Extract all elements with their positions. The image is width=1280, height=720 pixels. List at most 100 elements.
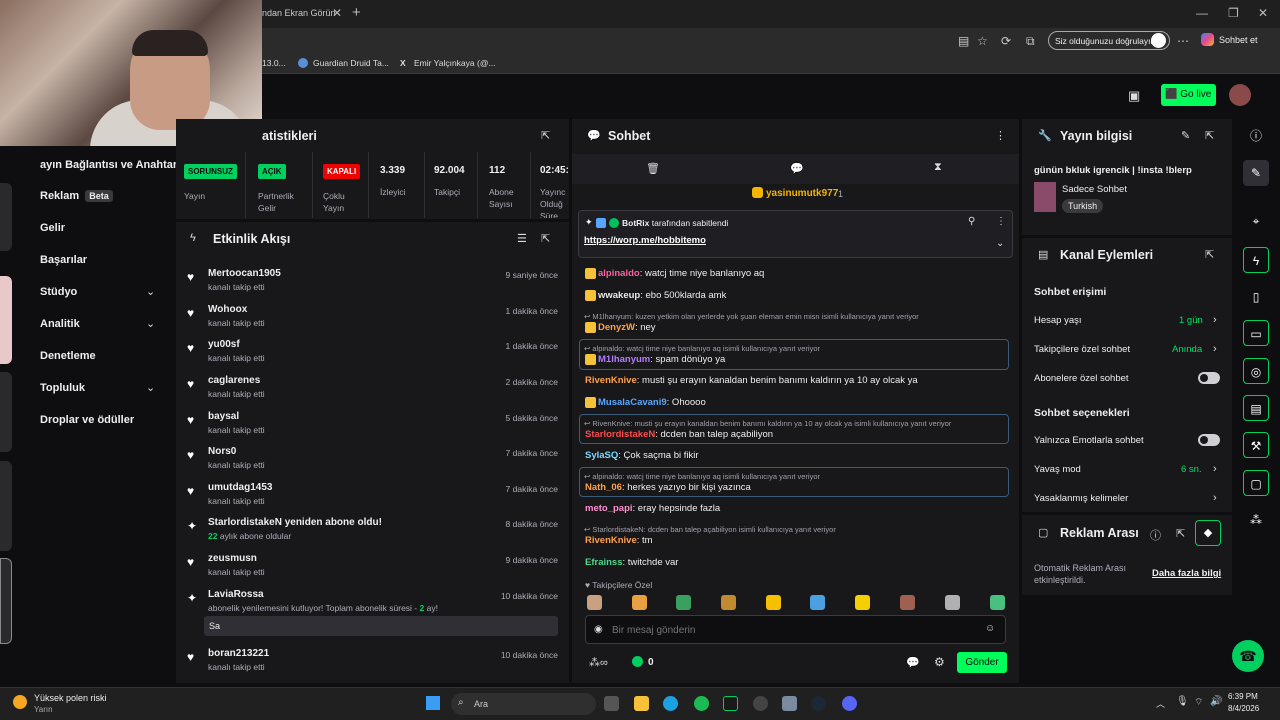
ad-icon[interactable]: ▢ bbox=[1243, 470, 1269, 496]
chevron-right-icon[interactable]: › bbox=[1213, 492, 1217, 504]
volume-icon[interactable]: 🔊 bbox=[1210, 696, 1222, 707]
emote-icon[interactable] bbox=[676, 595, 691, 610]
ad-run-button[interactable]: ◆ bbox=[1195, 520, 1221, 546]
spotify-icon[interactable] bbox=[694, 696, 709, 711]
nav-item-analytics[interactable]: Analitik bbox=[40, 318, 80, 330]
go-live-button[interactable]: ⬛ Go live bbox=[1161, 84, 1216, 106]
sub-only-toggle[interactable] bbox=[1198, 372, 1220, 384]
target-icon[interactable]: ⌖ bbox=[1243, 208, 1269, 234]
add-widget-icon[interactable]: ⁂ bbox=[1243, 507, 1269, 533]
pencil-icon[interactable]: ✎ bbox=[1243, 160, 1269, 186]
steam-icon[interactable] bbox=[811, 696, 826, 711]
nav-item-moderation[interactable]: Denetleme bbox=[40, 350, 96, 362]
chevron-down-icon[interactable]: ⌄ bbox=[146, 317, 155, 330]
windows-start-icon[interactable] bbox=[426, 696, 440, 710]
emote-icon[interactable] bbox=[855, 595, 870, 610]
chat-username[interactable]: alpinaldo bbox=[598, 268, 640, 279]
chat-username[interactable]: RivenKnive bbox=[585, 375, 637, 386]
chat-username[interactable]: wwakeup bbox=[598, 290, 640, 301]
chevron-right-icon[interactable]: › bbox=[1213, 463, 1217, 475]
banned-words-label[interactable]: Yasaklanmış kelimeler bbox=[1034, 493, 1128, 504]
nav-item-drops[interactable]: Droplar ve ödüller bbox=[40, 414, 134, 426]
chat-input[interactable] bbox=[612, 620, 972, 640]
extensions-icon[interactable]: ⧉ bbox=[1026, 34, 1035, 49]
emote-icon[interactable] bbox=[587, 595, 602, 610]
chat-message[interactable]: wwakeup: ebo 500klarda amk bbox=[585, 290, 726, 301]
profile-toggle-icon[interactable] bbox=[1151, 33, 1166, 48]
chevron-up-icon[interactable]: ︿ bbox=[1156, 697, 1165, 710]
obs-icon[interactable] bbox=[753, 696, 768, 711]
chevron-right-icon[interactable]: › bbox=[1213, 314, 1217, 326]
pin-icon[interactable]: ⚲ bbox=[968, 216, 975, 227]
info-icon[interactable]: ⓘ bbox=[1150, 527, 1161, 543]
taskbar-time[interactable]: 6:39 PM bbox=[1228, 692, 1258, 701]
feed-item-name[interactable]: baysal bbox=[208, 411, 239, 422]
feed-item-name[interactable]: LaviaRossa bbox=[208, 589, 264, 600]
emote-icon[interactable] bbox=[632, 595, 647, 610]
chat-bubble-icon[interactable]: 💬 bbox=[790, 162, 804, 175]
chat-message[interactable]: alpinaldo: watcj time niye banlanıyo aq bbox=[585, 268, 764, 279]
slow-mode-value[interactable]: 6 sn. bbox=[1181, 464, 1202, 475]
nav-item-revenue[interactable]: Gelir bbox=[40, 222, 65, 234]
chevron-down-icon[interactable]: ⌄ bbox=[146, 381, 155, 394]
filter-icon[interactable]: ☰ bbox=[517, 232, 527, 245]
feed-item-name[interactable]: zeusmusn bbox=[208, 553, 257, 564]
followers-only-chat-value[interactable]: Anında bbox=[1172, 344, 1202, 355]
tab-close-icon[interactable]: ✕ bbox=[332, 6, 342, 20]
emote-icon[interactable] bbox=[945, 595, 960, 610]
maximize-icon[interactable]: ❐ bbox=[1228, 6, 1239, 20]
popout-icon[interactable]: ⇱ bbox=[541, 232, 550, 245]
chat-message[interactable]: MusalaCavani9: Ohoooo bbox=[585, 397, 706, 408]
feed-item-name[interactable]: Mertoocan1905 bbox=[208, 268, 281, 279]
chat-bubble-icon[interactable]: ▭ bbox=[1243, 320, 1269, 346]
slow-mode-label[interactable]: Yavaş mod bbox=[1034, 464, 1081, 475]
chat-message[interactable]: RivenKnive: tm bbox=[585, 535, 653, 546]
channel-points-icon[interactable] bbox=[632, 656, 643, 667]
nav-item-ads[interactable]: Reklam Beta bbox=[40, 190, 113, 202]
top-chatter-name[interactable]: yasinumutk977 bbox=[766, 188, 838, 199]
feed-item-name[interactable]: Nors0 bbox=[208, 446, 236, 457]
pencil-icon[interactable]: ✎ bbox=[1181, 129, 1190, 142]
followers-only-chat-label[interactable]: Takipçilere özel sohbet bbox=[1034, 344, 1130, 355]
feed-item-name[interactable]: boran213221 bbox=[208, 648, 269, 659]
taskbar-date[interactable]: 8/4/2026 bbox=[1228, 704, 1259, 713]
chat-message[interactable]: RivenKnive: musti şu erayın kanaldan ben… bbox=[585, 375, 918, 386]
bookmark-item[interactable]: Emir Yalçınkaya (@... bbox=[414, 58, 496, 68]
popout-icon[interactable]: ⇱ bbox=[1176, 527, 1185, 540]
chat-username[interactable]: Efrainss bbox=[585, 557, 623, 568]
weather-icon[interactable] bbox=[13, 695, 27, 709]
chat-username[interactable]: meto_papi bbox=[585, 503, 633, 514]
emote-icon[interactable] bbox=[900, 595, 915, 610]
chat-username[interactable]: RivenKnive bbox=[585, 535, 637, 546]
chevron-down-icon[interactable]: ⌄ bbox=[146, 285, 155, 298]
file-explorer-icon[interactable] bbox=[634, 696, 649, 711]
emote-picker-icon[interactable]: ◉ bbox=[594, 624, 603, 635]
emote-icon[interactable] bbox=[990, 595, 1005, 610]
reader-mode-icon[interactable]: ▤ bbox=[958, 34, 969, 48]
emote-icon[interactable] bbox=[721, 595, 736, 610]
category-name[interactable]: Sadece Sohbet bbox=[1062, 184, 1127, 195]
chat-message[interactable]: SylaSQ: Çok saçma bi fikir bbox=[585, 450, 699, 461]
trash-icon[interactable]: 🗑 bbox=[646, 162, 660, 175]
discord-icon[interactable] bbox=[842, 696, 857, 711]
taskbar-search[interactable] bbox=[451, 693, 596, 715]
window-close-icon[interactable]: ✕ bbox=[1258, 6, 1268, 20]
chat-message[interactable]: meto_papi: eray hepsinde fazla bbox=[585, 503, 720, 514]
tag-chip[interactable]: Turkish bbox=[1062, 199, 1104, 213]
emote-icon[interactable] bbox=[766, 595, 781, 610]
minimize-icon[interactable]: — bbox=[1196, 6, 1208, 20]
chat-username[interactable]: SylaSQ bbox=[585, 450, 618, 461]
account-age-value[interactable]: 1 gün bbox=[1179, 315, 1203, 326]
kebab-menu-icon[interactable]: ⋮ bbox=[995, 129, 1006, 142]
feed-item-name[interactable]: StarlordistakeN yeniden abone oldu! bbox=[208, 517, 382, 528]
popout-icon[interactable]: ⇱ bbox=[1205, 248, 1214, 261]
chat-message[interactable]: Efrainss: twitchde var bbox=[585, 557, 678, 568]
more-menu-icon[interactable]: ⋯ bbox=[1177, 34, 1189, 48]
chat-bubble-icon[interactable]: 💬 bbox=[906, 656, 920, 669]
popout-icon[interactable]: ⇱ bbox=[541, 129, 550, 142]
lightning-icon[interactable]: ϟ bbox=[1243, 247, 1269, 273]
feed-item-name[interactable]: yu00sf bbox=[208, 339, 240, 350]
popout-icon[interactable]: ⇱ bbox=[1205, 129, 1214, 142]
channel-actions-icon[interactable]: ▤ bbox=[1243, 395, 1269, 421]
send-button[interactable]: Gönder bbox=[957, 652, 1007, 673]
